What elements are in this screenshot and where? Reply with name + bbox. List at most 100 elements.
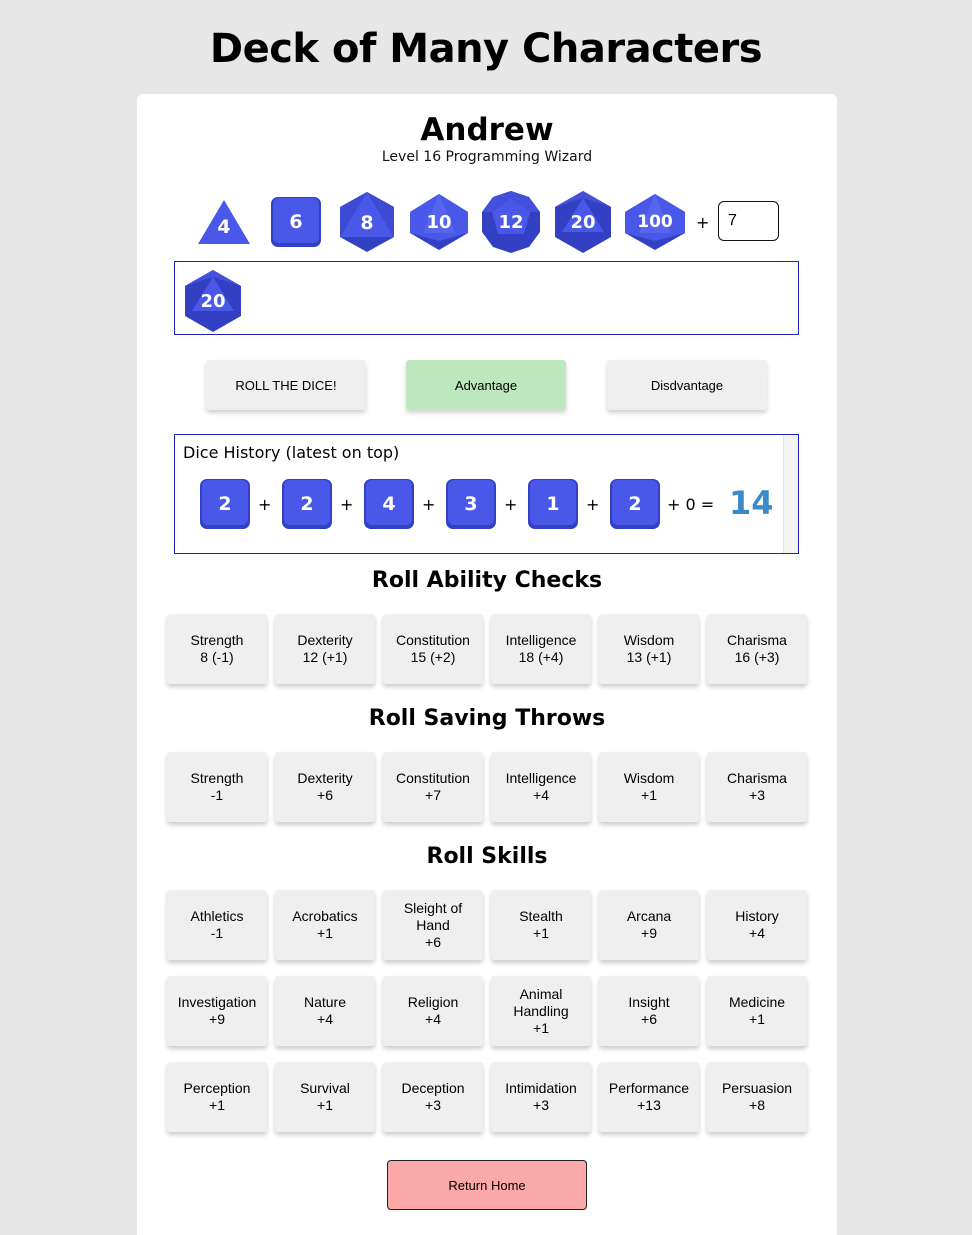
- d20-button[interactable]: 20: [554, 190, 612, 254]
- advantage-button[interactable]: Advantage: [406, 360, 566, 410]
- skill-animal-handling-button[interactable]: Animal Handling +1: [491, 976, 591, 1046]
- roll-dice-button[interactable]: ROLL THE DICE!: [206, 360, 366, 410]
- saving-throw-wisdom-button[interactable]: Wisdom +1: [599, 752, 699, 822]
- skill-name: Acrobatics: [292, 908, 358, 924]
- skill-value: +1: [533, 925, 549, 941]
- dice-tray[interactable]: [174, 261, 799, 335]
- skill-value: +9: [641, 925, 657, 941]
- skill-name: History: [735, 908, 779, 924]
- skill-value: +9: [209, 1011, 225, 1027]
- history-plus: +: [586, 495, 600, 514]
- skill-name: Performance: [608, 1080, 690, 1096]
- skill-performance-button[interactable]: Performance +13: [599, 1062, 699, 1132]
- ability-check-dexterity-button[interactable]: Dexterity 12 (+1): [275, 614, 375, 684]
- skill-value: +8: [749, 1097, 765, 1113]
- skill-value: +1: [317, 925, 333, 941]
- skill-intimidation-button[interactable]: Intimidation +3: [491, 1062, 591, 1132]
- history-scrollbar[interactable]: [783, 435, 798, 553]
- ability-check-value: 18 (+4): [518, 649, 564, 665]
- saving-throw-value: -1: [210, 787, 224, 803]
- history-plus: +: [504, 495, 518, 514]
- tray-die-d20[interactable]: 20: [184, 269, 242, 333]
- ability-check-constitution-button[interactable]: Constitution 15 (+2): [383, 614, 483, 684]
- ability-check-wisdom-button[interactable]: Wisdom 13 (+1): [599, 614, 699, 684]
- skill-athletics-button[interactable]: Athletics -1: [167, 890, 267, 960]
- return-home-button[interactable]: Return Home: [387, 1160, 587, 1210]
- character-subtitle: Level 16 Programming Wizard: [381, 149, 593, 165]
- skill-deception-button[interactable]: Deception +3: [383, 1062, 483, 1132]
- skill-history-button[interactable]: History +4: [707, 890, 807, 960]
- history-roll-die: 3: [445, 478, 497, 530]
- skill-name: Athletics: [190, 908, 244, 924]
- skill-value: +6: [641, 1011, 657, 1027]
- ability-check-name: Strength: [190, 632, 244, 648]
- skill-value: -1: [210, 925, 224, 941]
- skill-medicine-button[interactable]: Medicine +1: [707, 976, 807, 1046]
- skill-name: Sleight of Hand: [403, 899, 463, 933]
- skill-name: Insight: [628, 994, 670, 1010]
- ability-check-name: Constitution: [396, 632, 470, 648]
- skill-value: +4: [425, 1011, 441, 1027]
- ability-check-charisma-button[interactable]: Charisma 16 (+3): [707, 614, 807, 684]
- saving-throw-strength-button[interactable]: Strength -1: [167, 752, 267, 822]
- skill-sleight-of-hand-button[interactable]: Sleight of Hand +6: [383, 890, 483, 960]
- skill-value: +6: [425, 933, 441, 950]
- skill-insight-button[interactable]: Insight +6: [599, 976, 699, 1046]
- ability-check-name: Wisdom: [623, 632, 675, 648]
- skill-perception-button[interactable]: Perception +1: [167, 1062, 267, 1132]
- saving-throws-title: Roll Saving Throws: [368, 706, 606, 731]
- skill-name: Deception: [401, 1080, 465, 1096]
- ability-checks-title: Roll Ability Checks: [371, 568, 603, 593]
- skill-name: Investigation: [177, 994, 257, 1010]
- skill-name: Intimidation: [505, 1080, 577, 1096]
- d100-button[interactable]: 100: [624, 193, 686, 251]
- saving-throw-name: Constitution: [396, 770, 470, 786]
- saving-throw-constitution-button[interactable]: Constitution +7: [383, 752, 483, 822]
- ability-check-intelligence-button[interactable]: Intelligence 18 (+4): [491, 614, 591, 684]
- ability-check-value: 15 (+2): [410, 649, 456, 665]
- history-roll-die: 2: [199, 478, 251, 530]
- skill-name: Nature: [303, 994, 347, 1010]
- history-plus: +: [422, 495, 436, 514]
- saving-throw-dexterity-button[interactable]: Dexterity +6: [275, 752, 375, 822]
- skill-investigation-button[interactable]: Investigation +9: [167, 976, 267, 1046]
- skill-persuasion-button[interactable]: Persuasion +8: [707, 1062, 807, 1132]
- d8-button[interactable]: 8: [339, 191, 395, 253]
- skill-name: Persuasion: [721, 1080, 793, 1096]
- skill-value: +1: [533, 1019, 549, 1036]
- app-title: Deck of Many Characters: [209, 26, 763, 72]
- skill-value: +1: [317, 1097, 333, 1113]
- saving-throw-name: Intelligence: [505, 770, 577, 786]
- ability-check-name: Intelligence: [505, 632, 577, 648]
- d12-button[interactable]: 12: [480, 190, 542, 254]
- ability-check-strength-button[interactable]: Strength 8 (-1): [167, 614, 267, 684]
- ability-check-value: 16 (+3): [734, 649, 780, 665]
- skill-stealth-button[interactable]: Stealth +1: [491, 890, 591, 960]
- character-name: Andrew: [420, 112, 554, 148]
- history-roll-die: 2: [609, 478, 661, 530]
- saving-throw-value: +7: [425, 787, 441, 803]
- saving-throw-value: +1: [641, 787, 657, 803]
- modifier-input[interactable]: [718, 201, 779, 241]
- saving-throw-name: Strength: [190, 770, 244, 786]
- saving-throw-intelligence-button[interactable]: Intelligence +4: [491, 752, 591, 822]
- saving-throw-charisma-button[interactable]: Charisma +3: [707, 752, 807, 822]
- skill-name: Arcana: [626, 908, 672, 924]
- saving-throw-name: Dexterity: [297, 770, 353, 786]
- d4-button[interactable]: 4: [196, 198, 252, 246]
- skill-acrobatics-button[interactable]: Acrobatics +1: [275, 890, 375, 960]
- skill-value: +4: [749, 925, 765, 941]
- skill-religion-button[interactable]: Religion +4: [383, 976, 483, 1046]
- skill-name: Stealth: [519, 908, 563, 924]
- d6-button[interactable]: 6: [270, 196, 322, 248]
- skill-survival-button[interactable]: Survival +1: [275, 1062, 375, 1132]
- ability-check-value: 12 (+1): [302, 649, 348, 665]
- skill-nature-button[interactable]: Nature +4: [275, 976, 375, 1046]
- saving-throw-name: Wisdom: [623, 770, 675, 786]
- skill-arcana-button[interactable]: Arcana +9: [599, 890, 699, 960]
- ability-check-value: 8 (-1): [200, 649, 234, 665]
- disadvantage-button[interactable]: Disdvantage: [607, 360, 767, 410]
- skill-value: +3: [425, 1097, 441, 1113]
- skill-value: +13: [637, 1097, 661, 1113]
- d10-button[interactable]: 10: [409, 193, 469, 251]
